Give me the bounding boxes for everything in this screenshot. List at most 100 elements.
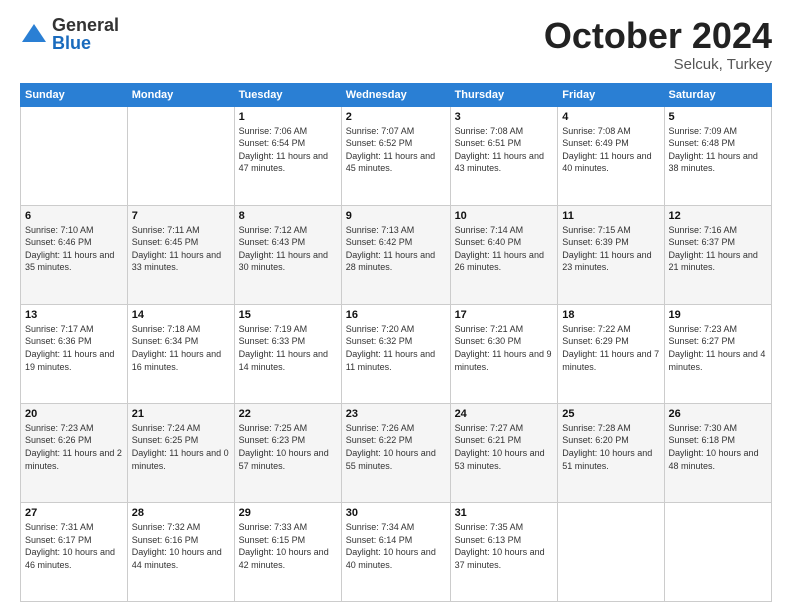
day-number: 8 [239, 210, 337, 222]
day-number: 17 [455, 309, 554, 321]
day-cell: 1 Sunrise: 7:06 AM Sunset: 6:54 PM Daylig… [234, 106, 341, 205]
day-cell: 27 Sunrise: 7:31 AM Sunset: 6:17 PM Dayli… [21, 502, 128, 601]
day-cell: 29Sunrise: 7:33 AM Sunset: 6:15 PM Dayli… [234, 502, 341, 601]
day-cell: 24 Sunrise: 7:27 AM Sunset: 6:21 PM Dayli… [450, 403, 558, 502]
day-cell: 28 Sunrise: 7:32 AM Sunset: 6:16 PM Dayli… [127, 502, 234, 601]
day-cell: 23 Sunrise: 7:26 AM Sunset: 6:22 PM Dayli… [341, 403, 450, 502]
day-cell: 22Sunrise: 7:25 AM Sunset: 6:23 PM Dayli… [234, 403, 341, 502]
logo-text: General Blue [52, 16, 119, 52]
day-detail: Sunrise: 7:16 AM Sunset: 6:37 PM Dayligh… [669, 224, 767, 274]
day-detail: Sunrise: 7:23 AM Sunset: 6:26 PM Dayligh… [25, 422, 123, 472]
day-number: 27 [25, 507, 123, 519]
day-detail: Sunrise: 7:35 AM Sunset: 6:13 PM Dayligh… [455, 521, 554, 571]
day-cell: 13 Sunrise: 7:17 AM Sunset: 6:36 PM Dayli… [21, 304, 128, 403]
day-number: 31 [455, 507, 554, 519]
day-number: 2 [346, 111, 446, 123]
day-number: 24 [455, 408, 554, 420]
day-cell: 17 Sunrise: 7:21 AM Sunset: 6:30 PM Dayli… [450, 304, 558, 403]
subtitle: Selcuk, Turkey [544, 56, 772, 73]
day-detail: Sunrise: 7:20 AM Sunset: 6:32 PM Dayligh… [346, 323, 446, 373]
day-cell: 8 Sunrise: 7:12 AM Sunset: 6:43 PM Daylig… [234, 205, 341, 304]
day-cell: 21 Sunrise: 7:24 AM Sunset: 6:25 PM Dayli… [127, 403, 234, 502]
week-row-1: 1 Sunrise: 7:06 AM Sunset: 6:54 PM Daylig… [21, 106, 772, 205]
header-day-tuesday: Tuesday [234, 83, 341, 106]
header-day-monday: Monday [127, 83, 234, 106]
day-number: 18 [562, 309, 659, 321]
calendar-header: SundayMondayTuesdayWednesdayThursdayFrid… [21, 83, 772, 106]
day-number: 4 [562, 111, 659, 123]
day-cell: 6 Sunrise: 7:10 AM Sunset: 6:46 PM Daylig… [21, 205, 128, 304]
day-number: 1 [239, 111, 337, 123]
day-detail: Sunrise: 7:31 AM Sunset: 6:17 PM Dayligh… [25, 521, 123, 571]
day-number: 23 [346, 408, 446, 420]
day-cell: 4 Sunrise: 7:08 AM Sunset: 6:49 PM Daylig… [558, 106, 664, 205]
day-number: 11 [562, 210, 659, 222]
calendar-table: SundayMondayTuesdayWednesdayThursdayFrid… [20, 83, 772, 602]
day-number: 15 [239, 309, 337, 321]
header-day-friday: Friday [558, 83, 664, 106]
title-block: October 2024 Selcuk, Turkey [544, 16, 772, 73]
day-detail: Sunrise: 7:10 AM Sunset: 6:46 PM Dayligh… [25, 224, 123, 274]
day-detail: Sunrise: 7:17 AM Sunset: 6:36 PM Dayligh… [25, 323, 123, 373]
day-cell: 10 Sunrise: 7:14 AM Sunset: 6:40 PM Dayli… [450, 205, 558, 304]
day-detail: Sunrise: 7:08 AM Sunset: 6:51 PM Dayligh… [455, 125, 554, 175]
week-row-3: 13 Sunrise: 7:17 AM Sunset: 6:36 PM Dayli… [21, 304, 772, 403]
day-detail: Sunrise: 7:26 AM Sunset: 6:22 PM Dayligh… [346, 422, 446, 472]
day-number: 28 [132, 507, 230, 519]
calendar-body: 1 Sunrise: 7:06 AM Sunset: 6:54 PM Daylig… [21, 106, 772, 601]
header: General Blue October 2024 Selcuk, Turkey [20, 16, 772, 73]
day-number: 25 [562, 408, 659, 420]
day-detail: Sunrise: 7:12 AM Sunset: 6:43 PM Dayligh… [239, 224, 337, 274]
day-cell: 25 Sunrise: 7:28 AM Sunset: 6:20 PM Dayli… [558, 403, 664, 502]
day-number: 9 [346, 210, 446, 222]
day-detail: Sunrise: 7:19 AM Sunset: 6:33 PM Dayligh… [239, 323, 337, 373]
day-number: 7 [132, 210, 230, 222]
logo-blue: Blue [52, 34, 119, 52]
day-number: 30 [346, 507, 446, 519]
day-detail: Sunrise: 7:13 AM Sunset: 6:42 PM Dayligh… [346, 224, 446, 274]
day-detail: Sunrise: 7:23 AM Sunset: 6:27 PM Dayligh… [669, 323, 767, 373]
day-cell [127, 106, 234, 205]
day-number: 29 [239, 507, 337, 519]
day-number: 13 [25, 309, 123, 321]
day-cell: 7Sunrise: 7:11 AM Sunset: 6:45 PM Daylig… [127, 205, 234, 304]
logo-icon [20, 20, 48, 48]
day-cell: 16Sunrise: 7:20 AM Sunset: 6:32 PM Dayli… [341, 304, 450, 403]
day-cell: 9 Sunrise: 7:13 AM Sunset: 6:42 PM Daylig… [341, 205, 450, 304]
day-cell: 14Sunrise: 7:18 AM Sunset: 6:34 PM Dayli… [127, 304, 234, 403]
day-number: 5 [669, 111, 767, 123]
day-number: 21 [132, 408, 230, 420]
day-detail: Sunrise: 7:06 AM Sunset: 6:54 PM Dayligh… [239, 125, 337, 175]
day-number: 3 [455, 111, 554, 123]
day-detail: Sunrise: 7:24 AM Sunset: 6:25 PM Dayligh… [132, 422, 230, 472]
day-number: 26 [669, 408, 767, 420]
day-number: 20 [25, 408, 123, 420]
week-row-5: 27 Sunrise: 7:31 AM Sunset: 6:17 PM Dayli… [21, 502, 772, 601]
day-number: 6 [25, 210, 123, 222]
day-number: 12 [669, 210, 767, 222]
day-detail: Sunrise: 7:14 AM Sunset: 6:40 PM Dayligh… [455, 224, 554, 274]
day-number: 14 [132, 309, 230, 321]
day-cell [558, 502, 664, 601]
day-cell [664, 502, 771, 601]
header-day-wednesday: Wednesday [341, 83, 450, 106]
day-detail: Sunrise: 7:28 AM Sunset: 6:20 PM Dayligh… [562, 422, 659, 472]
day-number: 22 [239, 408, 337, 420]
day-detail: Sunrise: 7:34 AM Sunset: 6:14 PM Dayligh… [346, 521, 446, 571]
day-detail: Sunrise: 7:27 AM Sunset: 6:21 PM Dayligh… [455, 422, 554, 472]
header-day-sunday: Sunday [21, 83, 128, 106]
day-cell: 31 Sunrise: 7:35 AM Sunset: 6:13 PM Dayli… [450, 502, 558, 601]
week-row-4: 20 Sunrise: 7:23 AM Sunset: 6:26 PM Dayli… [21, 403, 772, 502]
day-detail: Sunrise: 7:08 AM Sunset: 6:49 PM Dayligh… [562, 125, 659, 175]
day-number: 19 [669, 309, 767, 321]
day-detail: Sunrise: 7:21 AM Sunset: 6:30 PM Dayligh… [455, 323, 554, 373]
logo: General Blue [20, 16, 119, 52]
day-cell: 26Sunrise: 7:30 AM Sunset: 6:18 PM Dayli… [664, 403, 771, 502]
day-detail: Sunrise: 7:32 AM Sunset: 6:16 PM Dayligh… [132, 521, 230, 571]
day-detail: Sunrise: 7:15 AM Sunset: 6:39 PM Dayligh… [562, 224, 659, 274]
day-number: 10 [455, 210, 554, 222]
day-detail: Sunrise: 7:22 AM Sunset: 6:29 PM Dayligh… [562, 323, 659, 373]
header-day-saturday: Saturday [664, 83, 771, 106]
day-cell: 19 Sunrise: 7:23 AM Sunset: 6:27 PM Dayli… [664, 304, 771, 403]
day-cell: 2Sunrise: 7:07 AM Sunset: 6:52 PM Daylig… [341, 106, 450, 205]
